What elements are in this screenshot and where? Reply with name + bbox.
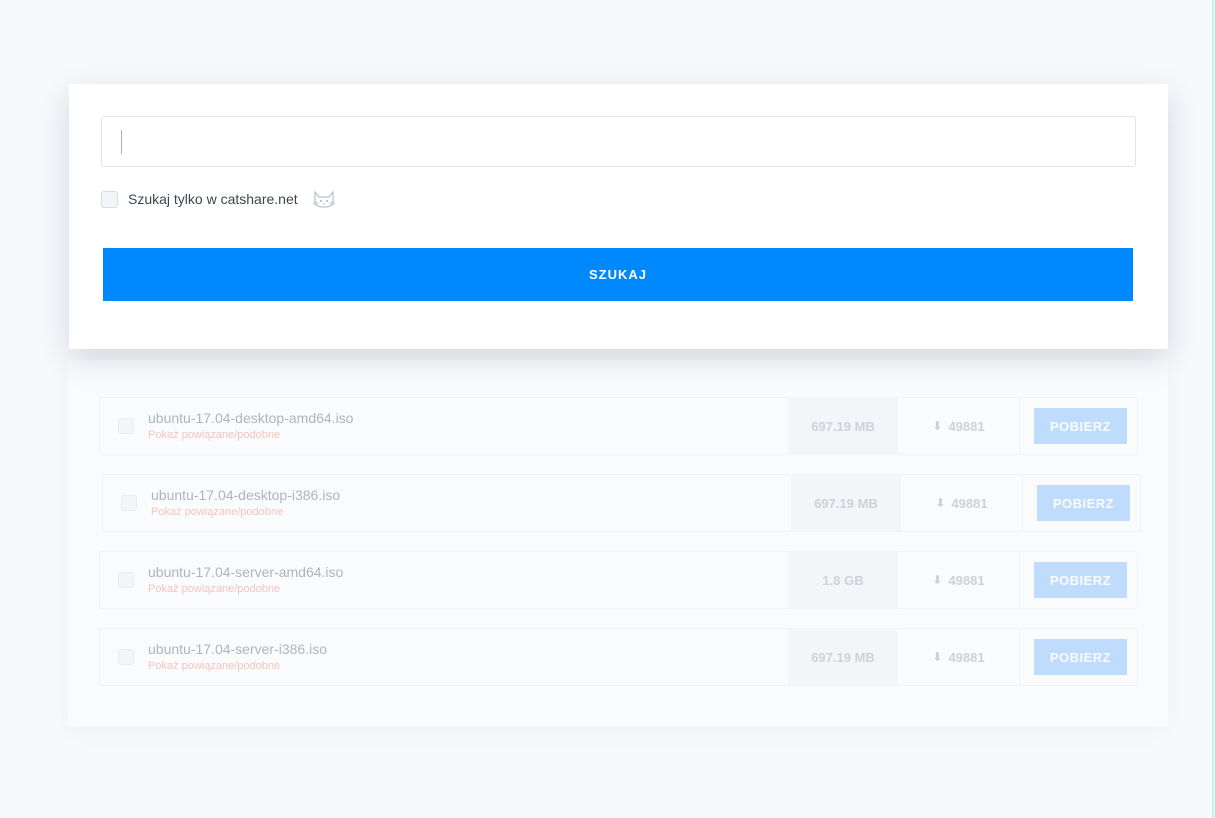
result-row: ubuntu-17.04-desktop-i386.iso Pokaż powi…	[102, 474, 1141, 532]
result-row: ubuntu-17.04-server-amd64.iso Pokaż powi…	[99, 551, 1138, 609]
download-button[interactable]: POBIERZ	[1034, 562, 1127, 598]
result-row: ubuntu-17.04-desktop-amd64.iso Pokaż pow…	[99, 397, 1138, 455]
result-size: 697.19 MB	[788, 628, 898, 686]
result-downloads: ⬇ 49881	[898, 628, 1020, 686]
download-icon: ⬇	[932, 573, 943, 587]
result-size: 1.8 GB	[788, 551, 898, 609]
cat-icon	[312, 190, 335, 208]
result-info: ubuntu-17.04-desktop-amd64.iso Pokaż pow…	[148, 410, 788, 442]
download-icon: ⬇	[935, 496, 946, 510]
catshare-only-label[interactable]: Szukaj tylko w catshare.net	[128, 191, 298, 207]
result-info: ubuntu-17.04-desktop-i386.iso Pokaż powi…	[151, 487, 791, 519]
catshare-filter: Szukaj tylko w catshare.net	[101, 189, 336, 209]
result-checkbox[interactable]	[118, 649, 134, 665]
text-caret	[121, 130, 122, 154]
download-count: 49881	[951, 495, 988, 511]
results-panel: ubuntu-17.04-desktop-amd64.iso Pokaż pow…	[68, 360, 1168, 726]
result-info: ubuntu-17.04-server-i386.iso Pokaż powią…	[148, 641, 788, 673]
download-icon: ⬇	[932, 650, 943, 664]
result-checkbox[interactable]	[121, 495, 137, 511]
download-button[interactable]: POBIERZ	[1034, 639, 1127, 675]
catshare-only-checkbox[interactable]	[101, 190, 118, 208]
result-checkbox[interactable]	[118, 572, 134, 588]
related-link[interactable]: Pokaż powiązane/podobne	[151, 505, 791, 519]
search-input[interactable]	[101, 116, 1136, 167]
result-filename[interactable]: ubuntu-17.04-server-i386.iso	[148, 641, 788, 658]
download-count: 49881	[948, 418, 985, 434]
result-info: ubuntu-17.04-server-amd64.iso Pokaż powi…	[148, 564, 788, 596]
result-filename[interactable]: ubuntu-17.04-desktop-i386.iso	[151, 487, 791, 504]
result-downloads: ⬇ 49881	[901, 474, 1023, 532]
result-size: 697.19 MB	[788, 397, 898, 455]
result-filename[interactable]: ubuntu-17.04-desktop-amd64.iso	[148, 410, 788, 427]
related-link[interactable]: Pokaż powiązane/podobne	[148, 428, 788, 442]
related-link[interactable]: Pokaż powiązane/podobne	[148, 582, 788, 596]
search-button[interactable]: SZUKAJ	[103, 248, 1133, 301]
download-count: 49881	[948, 649, 985, 665]
download-button[interactable]: POBIERZ	[1034, 408, 1127, 444]
related-link[interactable]: Pokaż powiązane/podobne	[148, 659, 788, 673]
result-row: ubuntu-17.04-server-i386.iso Pokaż powią…	[99, 628, 1138, 686]
download-button[interactable]: POBIERZ	[1037, 485, 1130, 521]
result-downloads: ⬇ 49881	[898, 397, 1020, 455]
download-count: 49881	[948, 572, 985, 588]
search-card: Szukaj tylko w catshare.net SZUKAJ	[69, 84, 1168, 349]
result-filename[interactable]: ubuntu-17.04-server-amd64.iso	[148, 564, 788, 581]
result-size: 697.19 MB	[791, 474, 901, 532]
result-checkbox[interactable]	[118, 418, 134, 434]
download-icon: ⬇	[932, 419, 943, 433]
result-downloads: ⬇ 49881	[898, 551, 1020, 609]
